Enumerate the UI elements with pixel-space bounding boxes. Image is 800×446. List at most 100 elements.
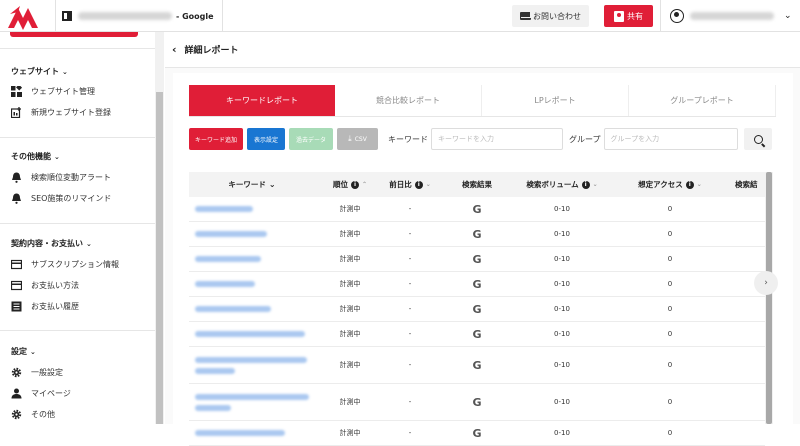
access-cell: 0 <box>667 205 673 213</box>
table-scrollbar[interactable] <box>765 172 773 424</box>
sidebar-item-other[interactable]: その他 <box>11 409 55 420</box>
back-arrow-icon[interactable]: ‹ <box>172 43 177 56</box>
share-label: 共有 <box>627 11 643 21</box>
sidebar-item-payment-history[interactable]: お支払い履歴 <box>11 301 79 312</box>
sidebar-section-other[interactable]: その他機能 ⌄ <box>11 151 60 162</box>
chevron-down-icon: ⌄ <box>62 68 68 76</box>
google-icon[interactable]: G <box>435 396 519 409</box>
sidebar-scroll-thumb[interactable] <box>156 92 163 424</box>
sidebar-item-website-manage[interactable]: ウェブサイト管理 <box>11 86 95 97</box>
page-title: 詳細レポート <box>184 46 239 56</box>
sidebar-item-seo-reminder[interactable]: SEO施策のリマインド <box>11 193 111 204</box>
site-selector[interactable]: - Google <box>55 0 223 32</box>
keyword-input[interactable]: キーワードを入力 <box>431 128 563 150</box>
volume-cell: 0-10 <box>554 429 570 437</box>
table-scroll-thumb[interactable] <box>766 172 772 424</box>
sidebar-item-label: ウェブサイト管理 <box>31 87 95 96</box>
bell-icon <box>12 193 21 204</box>
google-icon[interactable]: G <box>435 303 519 316</box>
keyword-cell[interactable] <box>189 356 315 374</box>
sidebar-item-subscription[interactable]: サブスクリプション情報 <box>11 259 119 270</box>
info-icon[interactable]: i <box>350 180 359 189</box>
add-keyword-button[interactable]: キーワード追加 <box>189 128 243 150</box>
site-icon <box>62 11 72 21</box>
user-menu[interactable]: ⌄ <box>660 0 800 32</box>
tab-competitor-report[interactable]: 競合比較レポート <box>335 85 482 116</box>
diff-cell: - <box>408 280 412 288</box>
google-icon[interactable]: G <box>435 359 519 372</box>
keyword-cell[interactable] <box>189 306 315 312</box>
google-icon[interactable]: G <box>435 228 519 241</box>
sidebar-item-rank-alert[interactable]: 検索順位変動アラート <box>11 172 111 183</box>
app-logo[interactable] <box>6 4 40 30</box>
sidebar-item-my-page[interactable]: マイページ <box>11 388 71 399</box>
info-icon[interactable]: i <box>685 180 694 189</box>
volume-cell: 0-10 <box>554 255 570 263</box>
keyword-cell[interactable] <box>189 206 315 212</box>
sidebar-scrollbar[interactable] <box>155 32 164 424</box>
google-icon[interactable]: G <box>435 427 519 440</box>
volume-cell: 0-10 <box>554 305 570 313</box>
filter-toolbar: キーワード追加 表示設定 過去データ ⤓ CSV キーワード キーワードを入力 … <box>189 128 738 150</box>
gear-icon <box>11 409 22 420</box>
volume-cell: 0-10 <box>554 230 570 238</box>
col-rank[interactable]: 順位 i ⌃ <box>315 179 385 190</box>
keyword-table: キーワード ⌄ 順位 i ⌃ 前日比 i ⌄ 検索結果 検索ボリューム i ⌄ 想定アクセス i… <box>189 172 765 446</box>
divider <box>0 137 155 138</box>
info-icon[interactable]: i <box>581 180 590 189</box>
contact-button[interactable]: お問い合わせ <box>512 5 589 27</box>
sidebar-section-settings[interactable]: 設定 ⌄ <box>11 346 36 357</box>
col-search-volume[interactable]: 検索ボリューム i ⌄ <box>519 179 605 190</box>
access-cell: 0 <box>667 398 673 406</box>
tab-keyword-report[interactable]: キーワードレポート <box>189 85 335 116</box>
table-row: 計測中 - G 0-10 0 <box>189 247 765 272</box>
table-row: 計測中 - G 0-10 0 <box>189 297 765 322</box>
google-icon[interactable]: G <box>435 278 519 291</box>
download-icon: ⤓ <box>348 134 352 143</box>
receipt-icon <box>11 301 22 312</box>
tab-group-report[interactable]: グループレポート <box>629 85 776 116</box>
keyword-cell[interactable] <box>189 231 315 237</box>
google-icon[interactable]: G <box>435 253 519 266</box>
rank-cell: 計測中 <box>339 330 361 338</box>
sidebar-item-new-website[interactable]: 新規ウェブサイト登録 <box>11 107 111 118</box>
scroll-right-button[interactable]: › <box>754 271 778 295</box>
col-keyword[interactable]: キーワード ⌄ <box>189 179 315 190</box>
keyword-cell[interactable] <box>189 331 315 337</box>
csv-download-button[interactable]: ⤓ CSV <box>337 128 378 150</box>
diff-cell: - <box>408 255 412 263</box>
keyword-cell[interactable] <box>189 393 315 411</box>
sidebar-item-payment-method[interactable]: お支払い方法 <box>11 280 79 291</box>
volume-cell: 0-10 <box>554 280 570 288</box>
share-button[interactable]: 共有 <box>604 5 653 27</box>
info-icon[interactable]: i <box>414 180 423 189</box>
sidebar-item-general-settings[interactable]: 一般設定 <box>11 367 63 378</box>
display-settings-button[interactable]: 表示設定 <box>247 128 285 150</box>
access-cell: 0 <box>667 280 673 288</box>
gear-icon <box>11 367 22 378</box>
search-button[interactable] <box>744 128 772 150</box>
keyword-cell[interactable] <box>189 430 315 436</box>
diff-cell: - <box>408 330 412 338</box>
google-icon[interactable]: G <box>435 328 519 341</box>
sidebar: ウェブサイト ⌄ ウェブサイト管理 新規ウェブサイト登録 その他機能 ⌄ 検索順位変… <box>0 32 164 424</box>
volume-cell: 0-10 <box>554 361 570 369</box>
sidebar-section-website[interactable]: ウェブサイト ⌄ <box>11 66 68 77</box>
col-search-more[interactable]: 検索結 <box>735 179 765 190</box>
keyword-cell[interactable] <box>189 281 315 287</box>
sidebar-top-accent <box>10 32 138 37</box>
past-data-button[interactable]: 過去データ <box>289 128 333 150</box>
keyword-cell[interactable] <box>189 256 315 262</box>
tab-lp-report[interactable]: LPレポート <box>482 85 629 116</box>
chevron-down-icon: ⌄ <box>696 181 702 188</box>
sidebar-section-billing[interactable]: 契約内容・お支払い ⌄ <box>11 238 92 249</box>
credit-card-icon <box>11 280 22 291</box>
col-est-access[interactable]: 想定アクセス i ⌄ <box>605 179 735 190</box>
bell-icon <box>12 172 21 183</box>
rank-cell: 計測中 <box>339 429 361 437</box>
rank-cell: 計測中 <box>339 205 361 213</box>
group-input[interactable]: グループを入力 <box>603 128 738 150</box>
col-diff[interactable]: 前日比 i ⌄ <box>385 179 435 190</box>
google-icon[interactable]: G <box>435 203 519 216</box>
keyword-redacted <box>195 331 305 337</box>
